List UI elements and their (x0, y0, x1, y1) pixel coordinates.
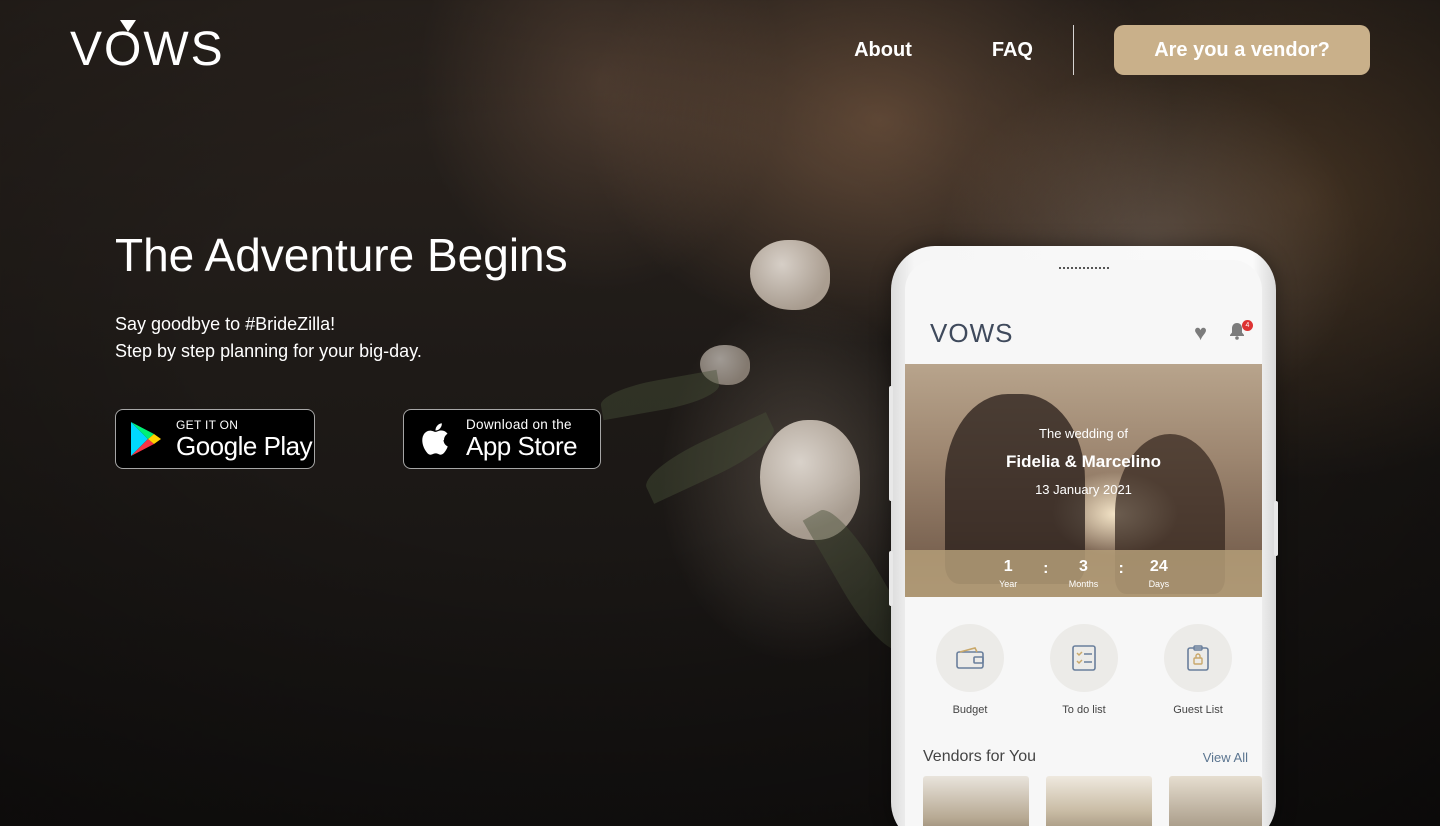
site-logo[interactable]: VOWS (70, 20, 225, 77)
countdown-value: 24 (1149, 558, 1168, 575)
hero-title: The Adventure Begins (115, 229, 568, 281)
countdown-days: 24 Days (1124, 558, 1194, 589)
vendors-title: Vendors for You (923, 748, 1036, 765)
app-store-text: Download on the App Store (466, 417, 578, 461)
phone-side-button (889, 551, 893, 606)
menu-label: Guest List (1173, 704, 1223, 716)
countdown-label: Year (999, 579, 1018, 589)
google-play-small: GET IT ON (176, 418, 239, 432)
clipboard-lock-icon (1164, 624, 1232, 692)
countdown-value: 1 (1003, 558, 1013, 575)
app-store-button[interactable]: Download on the App Store (403, 409, 601, 469)
countdown-bar: 1 Year : 3 Months : 24 Days (905, 550, 1262, 597)
countdown-value: 3 (1079, 558, 1088, 575)
app-store-big: App Store (466, 431, 578, 461)
hero-subtitle: Say goodbye to #BrideZilla! Step by step… (115, 311, 422, 365)
notification-badge: 4 (1242, 320, 1253, 331)
hero-subtitle-line2: Step by step planning for your big-day. (115, 341, 422, 361)
vendor-thumbnail[interactable] (1169, 776, 1262, 826)
menu-budget[interactable]: Budget (936, 624, 1004, 716)
banner-names: Fidelia & Marcelino (1006, 452, 1161, 471)
app-logo[interactable]: VOWS (930, 318, 1013, 349)
menu-todo[interactable]: To do list (1050, 624, 1118, 716)
countdown-label: Days (1148, 579, 1170, 589)
countdown-label: Months (1068, 579, 1099, 589)
banner-date: 13 January 2021 (1035, 482, 1132, 497)
menu-guest-list[interactable]: Guest List (1164, 624, 1232, 716)
phone-mockup: VOWS ♥ 4 The wedding of Fidelia & Marcel… (889, 246, 1278, 826)
logo-accent (120, 20, 136, 32)
banner-caption: The wedding of (1039, 426, 1128, 441)
google-play-text: GET IT ON Google Play (176, 418, 313, 461)
heart-icon[interactable]: ♥ (1194, 320, 1207, 346)
hero-subtitle-line1: Say goodbye to #BrideZilla! (115, 314, 336, 334)
menu-label: To do list (1062, 704, 1106, 716)
checklist-icon (1050, 624, 1118, 692)
google-play-button[interactable]: GET IT ON Google Play (115, 409, 315, 469)
background-leaf (598, 369, 722, 421)
vendor-button[interactable]: Are you a vendor? (1114, 25, 1370, 75)
apple-icon (422, 423, 448, 455)
top-nav: About FAQ Are you a vendor? (854, 25, 1370, 75)
nav-faq-link[interactable]: FAQ (992, 39, 1033, 62)
background-flower (750, 240, 830, 310)
wedding-banner[interactable]: The wedding of Fidelia & Marcelino 13 Ja… (905, 364, 1262, 597)
menu-label: Budget (952, 704, 988, 716)
background-leaf (638, 412, 782, 504)
nav-divider (1073, 25, 1074, 75)
logo-text: VOWS (70, 23, 225, 76)
google-play-big: Google Play (176, 431, 313, 461)
phone-side-button (1274, 501, 1278, 556)
nav-about-link[interactable]: About (854, 39, 912, 62)
wallet-icon (936, 624, 1004, 692)
countdown-year: 1 Year (973, 558, 1043, 589)
vendor-thumbnail[interactable] (1046, 776, 1152, 826)
view-all-link[interactable]: View All (1203, 750, 1248, 765)
vendor-thumbnail[interactable] (923, 776, 1029, 826)
phone-side-button (889, 386, 893, 501)
app-store-small: Download on the (466, 417, 572, 432)
google-play-icon (131, 422, 161, 456)
countdown-months: 3 Months (1049, 558, 1119, 589)
phone-speaker (1059, 267, 1109, 269)
phone-screen: VOWS ♥ 4 The wedding of Fidelia & Marcel… (905, 260, 1262, 826)
